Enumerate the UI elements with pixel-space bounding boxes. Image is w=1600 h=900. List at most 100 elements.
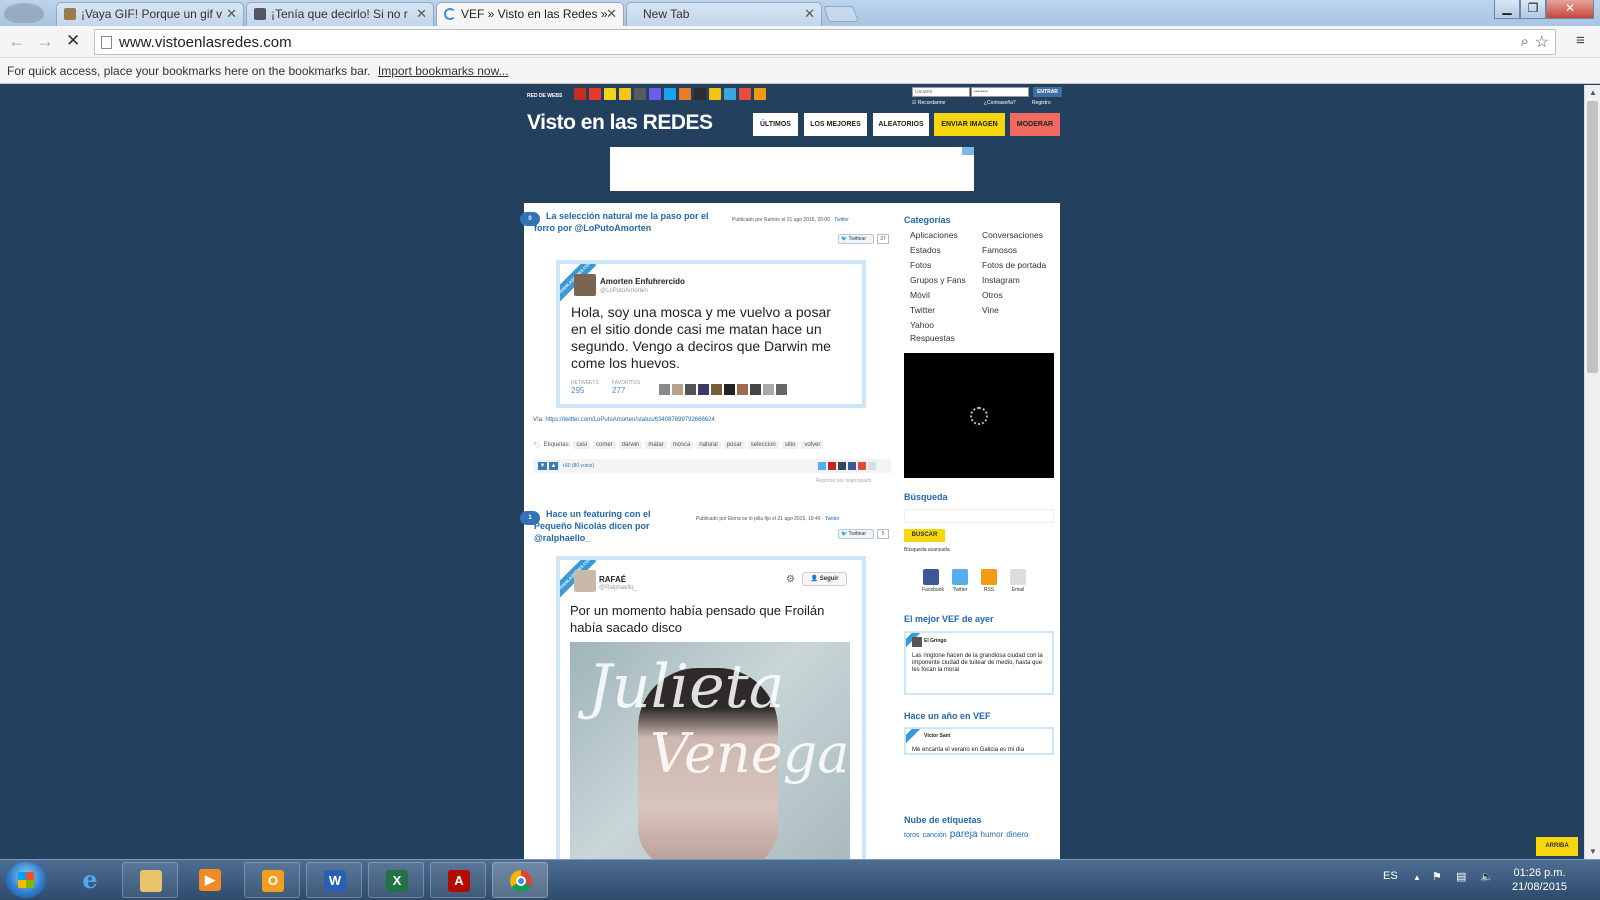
page-scrollbar[interactable]: ▲ ▼	[1584, 85, 1600, 859]
menu-ultimos[interactable]: ÚLTIMOS	[753, 113, 798, 136]
video-player[interactable]	[904, 353, 1054, 478]
menu-moderar[interactable]: MODERAR	[1010, 113, 1060, 136]
username-input[interactable]	[912, 87, 970, 97]
address-bar[interactable]: www.vistoenlasredes.com ⌕ ☆	[94, 29, 1556, 55]
register-link[interactable]: Registro	[1032, 100, 1051, 106]
category-link[interactable]: Fotos	[910, 260, 931, 270]
network-icon[interactable]: ▤	[1456, 870, 1466, 883]
search-input[interactable]	[904, 509, 1054, 523]
category-link[interactable]: Respuestas	[910, 333, 955, 343]
search-icon[interactable]: ⌕	[1521, 33, 1529, 50]
taskbar-outlook[interactable]: O	[244, 862, 300, 898]
tagcloud-link[interactable]: humor	[981, 830, 1004, 839]
back-arrow-icon[interactable]: ←	[8, 31, 26, 52]
best-yesterday-thumbnail[interactable]: El Gringo Las ringtone hacen de la grand…	[904, 631, 1054, 695]
embedded-tweet-image[interactable]: VISTOENLASREDES.COM RAFAÉ @Ralphaello_ ⚙…	[556, 556, 866, 859]
report-link[interactable]: Reportar por inapropiado	[816, 478, 872, 484]
search-button[interactable]: BUSCAR	[904, 529, 945, 542]
post-title[interactable]: La selección natural me la paso por el f…	[534, 210, 709, 234]
advanced-search-link[interactable]: Búsqueda avanzada	[904, 547, 950, 553]
tumblr-icon[interactable]	[838, 462, 846, 470]
tag-link[interactable]: darwin	[618, 441, 643, 449]
tagcloud-link[interactable]: canción	[923, 832, 947, 839]
taskbar-excel[interactable]: X	[368, 862, 424, 898]
vote-up-button[interactable]: ▲	[549, 462, 558, 470]
category-link[interactable]: Yahoo	[910, 320, 934, 330]
google-plus-icon[interactable]	[858, 462, 866, 470]
start-button[interactable]	[6, 862, 46, 898]
network-site-icon[interactable]	[724, 88, 736, 100]
email-icon[interactable]	[868, 462, 876, 470]
post-source-link[interactable]: Twitter	[834, 217, 849, 223]
network-site-icon[interactable]	[619, 88, 631, 100]
follow-twitter-link[interactable]: Twitter	[951, 569, 969, 593]
network-site-icon[interactable]	[664, 88, 676, 100]
tab-vef-active[interactable]: VEF » Visto en las Redes » ✕	[436, 2, 624, 26]
embedded-tweet-image[interactable]: VISTOENLASREDES.COM Amorten Enfuhrercido…	[556, 260, 866, 408]
bookmark-star-icon[interactable]: ☆	[1535, 32, 1549, 52]
taskbar-internet-explorer[interactable]: e	[62, 862, 118, 898]
menu-enviar-imagen[interactable]: ENVIAR IMAGEN	[934, 113, 1005, 136]
tag-link[interactable]: posar	[723, 441, 745, 449]
tag-link[interactable]: seleccion	[747, 441, 779, 449]
login-button[interactable]: ENTRAR	[1033, 87, 1062, 97]
pinterest-icon[interactable]	[828, 462, 836, 470]
close-tab-icon[interactable]: ✕	[804, 6, 815, 22]
category-link[interactable]: Grupos y Fans	[910, 275, 966, 285]
close-window-button[interactable]: ✕	[1546, 0, 1594, 19]
volume-muted-icon[interactable]: 🔈	[1480, 870, 1494, 883]
category-link[interactable]: Famosos	[982, 245, 1017, 255]
forgot-password-link[interactable]: ¿Contraseña?	[984, 100, 1016, 106]
stop-loading-icon[interactable]: ✕	[66, 31, 80, 51]
follow-rss-link[interactable]: RSS	[980, 569, 998, 593]
category-link[interactable]: Twitter	[910, 305, 935, 315]
follow-button[interactable]: 👤 Seguir	[802, 572, 847, 586]
via-link[interactable]: https://twitter.com/LoPutoAmorten/status…	[545, 417, 714, 423]
twitter-icon[interactable]	[818, 462, 826, 470]
system-clock[interactable]: 01:26 p.m. 21/08/2015	[1512, 866, 1567, 894]
password-input[interactable]	[971, 87, 1029, 97]
close-tab-icon[interactable]: ✕	[416, 6, 427, 22]
year-ago-thumbnail[interactable]: Víctor Sant Me encanta el verano en Gali…	[904, 727, 1054, 755]
adchoices-icon[interactable]	[962, 147, 974, 155]
category-link[interactable]: Móvil	[910, 290, 930, 300]
menu-los-mejores[interactable]: LOS MEJORES	[804, 113, 867, 136]
new-tab-button[interactable]	[823, 6, 859, 22]
network-site-icon[interactable]	[679, 88, 691, 100]
category-link[interactable]: Conversaciones	[982, 230, 1043, 240]
tray-expand-icon[interactable]: ▲	[1413, 873, 1421, 882]
category-link[interactable]: Fotos de portada	[982, 260, 1046, 270]
meneame-icon[interactable]	[848, 462, 856, 470]
minimize-button[interactable]: ▁	[1494, 0, 1520, 19]
back-to-top-button[interactable]: ARRIBA	[1536, 837, 1578, 856]
post-source-link[interactable]: Twitter	[825, 516, 840, 522]
tag-link[interactable]: sitio	[781, 441, 799, 449]
tag-link[interactable]: comer	[592, 441, 616, 449]
chrome-menu-icon[interactable]: ≡	[1576, 32, 1585, 49]
tweet-share-button[interactable]: 🐦 Twittear	[838, 234, 874, 244]
forward-arrow-icon[interactable]: →	[36, 31, 54, 52]
network-site-icon[interactable]	[589, 88, 601, 100]
taskbar-acrobat[interactable]: A	[430, 862, 486, 898]
network-site-icon[interactable]	[634, 88, 646, 100]
network-site-icon[interactable]	[754, 88, 766, 100]
tab-tenia-que-decirlo[interactable]: ¡Tenía que decirlo! Si no r ✕	[246, 2, 434, 26]
category-link[interactable]: Vine	[982, 305, 999, 315]
vote-down-button[interactable]: ▼	[538, 462, 547, 470]
tag-link[interactable]: volver	[801, 441, 824, 449]
category-link[interactable]: Aplicaciones	[910, 230, 958, 240]
network-site-icon[interactable]	[709, 88, 721, 100]
tagcloud-link[interactable]: dinero	[1006, 830, 1028, 839]
taskbar-chrome[interactable]	[492, 862, 548, 898]
tag-link[interactable]: natural	[696, 441, 721, 449]
import-bookmarks-link[interactable]: Import bookmarks now...	[378, 64, 509, 78]
follow-facebook-link[interactable]: Facebook	[922, 569, 944, 593]
tweet-share-button[interactable]: 🐦 Twittear	[838, 529, 874, 539]
network-site-icon[interactable]	[739, 88, 751, 100]
post-title[interactable]: Hace un featuring con el Pequeño Nicolás…	[534, 508, 651, 544]
tagcloud-link[interactable]: toros	[904, 832, 920, 839]
action-center-icon[interactable]: ⚑	[1432, 870, 1442, 883]
tag-link[interactable]: casi	[573, 441, 590, 449]
menu-aleatorios[interactable]: ALEATORIOS	[873, 113, 929, 136]
taskbar-explorer[interactable]	[122, 862, 178, 898]
